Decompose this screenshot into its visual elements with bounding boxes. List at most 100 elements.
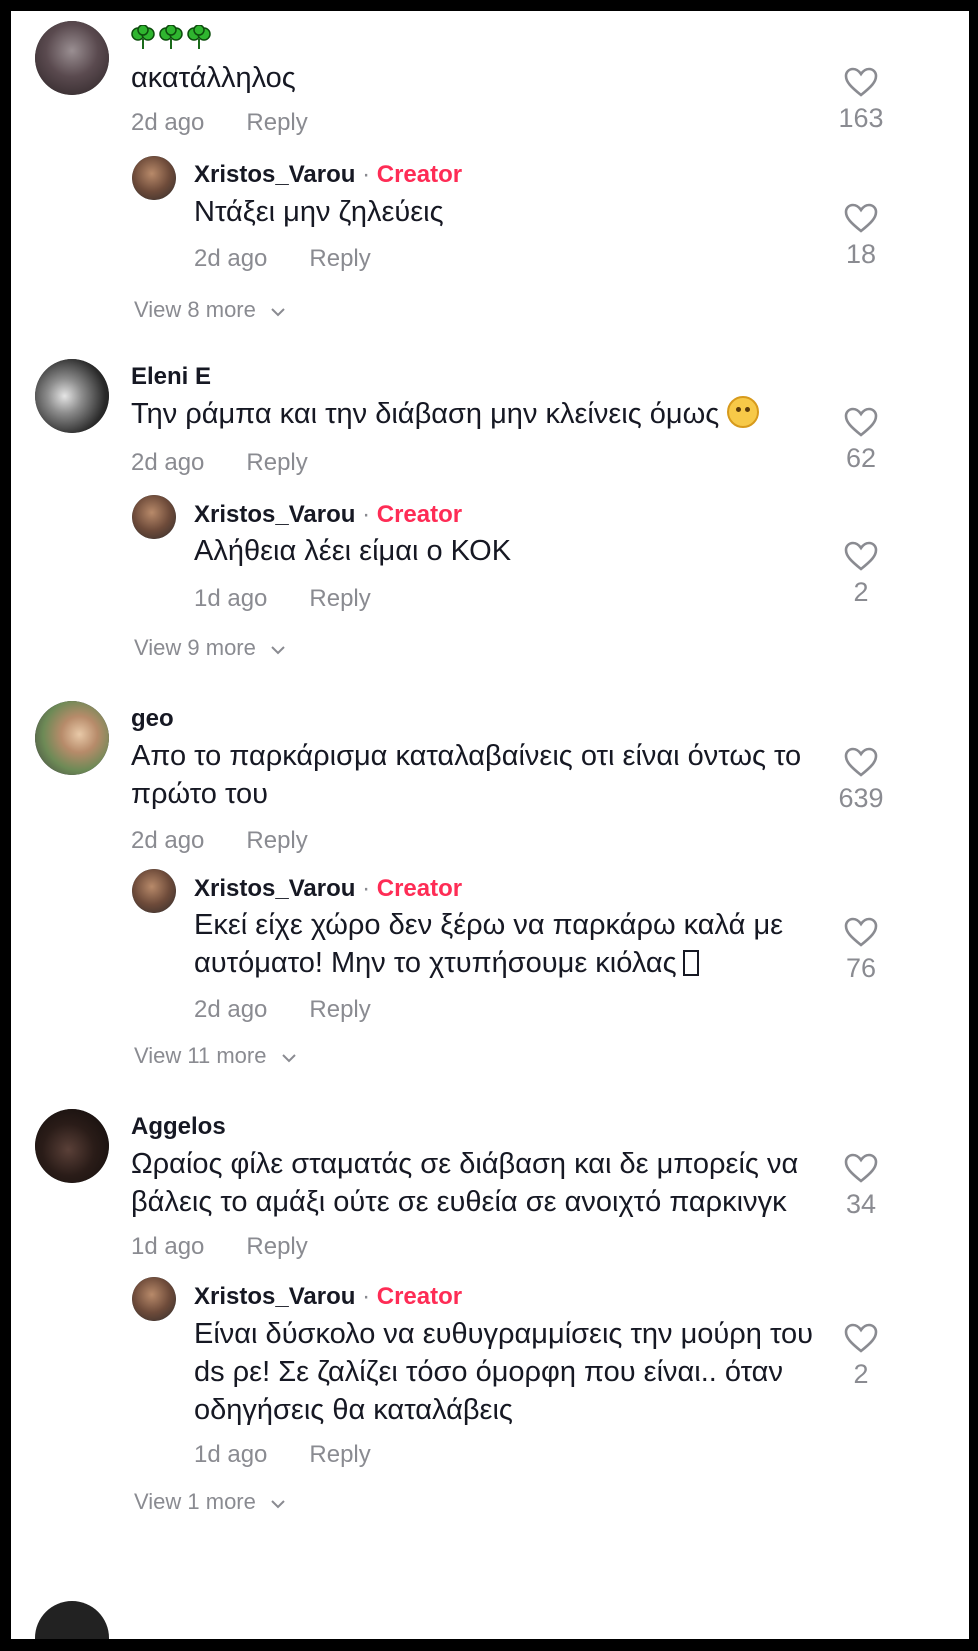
- clover-icon: [187, 25, 211, 49]
- comments-panel: ακατάλληλος 2d ago Reply 163 Xristos_Varo…: [11, 11, 969, 1639]
- like-count: 2: [853, 577, 869, 607]
- separator: ·: [355, 161, 377, 188]
- comment-time: 2d ago: [131, 449, 205, 476]
- like-count: 2: [853, 1359, 869, 1389]
- like-count: 76: [845, 953, 877, 983]
- comment-time: 2d ago: [131, 827, 205, 854]
- avatar[interactable]: [35, 359, 109, 433]
- creator-badge: Creator: [376, 1283, 463, 1310]
- view-more-label: View 8 more: [134, 297, 256, 322]
- reply-author[interactable]: Xristos_Varou: [194, 161, 355, 188]
- comment-meta: 2d ago Reply: [131, 449, 308, 477]
- comment-time: 1d ago: [131, 1233, 205, 1260]
- reply-time: 1d ago: [194, 585, 268, 612]
- reply-author[interactable]: Xristos_Varou: [194, 501, 355, 528]
- view-more-replies[interactable]: View 8 more: [134, 297, 286, 323]
- like-button[interactable]: 2: [826, 1323, 896, 1390]
- heart-icon: [844, 203, 878, 233]
- creator-avatar[interactable]: [132, 1277, 176, 1321]
- creator-avatar[interactable]: [132, 495, 176, 539]
- reply-time: 1d ago: [194, 1441, 268, 1468]
- view-more-label: View 11 more: [134, 1043, 267, 1068]
- reply-meta: 1d ago Reply: [194, 585, 371, 613]
- separator: ·: [355, 1283, 377, 1310]
- like-button[interactable]: 76: [826, 917, 896, 984]
- reply-text: Είναι δύσκολο να ευθυγραμμίσεις την μούρ…: [194, 1318, 813, 1426]
- view-more-replies[interactable]: View 1 more: [134, 1489, 286, 1515]
- reply-button[interactable]: Reply: [246, 109, 307, 136]
- chevron-down-icon: [271, 646, 285, 655]
- clover-icon: [131, 25, 155, 49]
- heart-icon: [844, 1323, 878, 1353]
- chevron-down-icon: [281, 1054, 296, 1063]
- missing-glyph-icon: [682, 950, 699, 976]
- chevron-down-icon: [271, 308, 285, 317]
- next-comment-avatar[interactable]: [35, 1601, 109, 1639]
- view-more-replies[interactable]: View 9 more: [134, 635, 286, 661]
- reply-button[interactable]: Reply: [309, 1441, 370, 1468]
- comment-username[interactable]: Aggelos: [131, 1113, 226, 1141]
- separator: ·: [355, 501, 377, 528]
- like-count: 34: [845, 1189, 877, 1219]
- like-count: 18: [845, 239, 877, 269]
- reply-button[interactable]: Reply: [246, 1233, 307, 1260]
- reply-username[interactable]: Xristos_Varou · Creator: [194, 501, 462, 529]
- avatar[interactable]: [35, 1109, 109, 1183]
- reply-meta: 2d ago Reply: [194, 245, 371, 273]
- like-count: 639: [838, 783, 884, 813]
- avatar[interactable]: [35, 701, 109, 775]
- avatar[interactable]: [35, 21, 109, 95]
- comment-username[interactable]: Eleni E: [131, 363, 211, 391]
- heart-icon: [844, 67, 878, 97]
- like-button[interactable]: 62: [826, 407, 896, 474]
- reply-username[interactable]: Xristos_Varou · Creator: [194, 875, 462, 903]
- reply-button[interactable]: Reply: [309, 245, 370, 272]
- heart-icon: [844, 917, 878, 947]
- heart-icon: [844, 747, 878, 777]
- reply-button[interactable]: Reply: [246, 449, 307, 476]
- comment-meta: 2d ago Reply: [131, 109, 308, 137]
- reply-meta: 1d ago Reply: [194, 1441, 371, 1469]
- view-more-label: View 9 more: [134, 635, 256, 660]
- reply-text: Ντάξει μην ζηλεύεις: [194, 196, 444, 228]
- reply-author[interactable]: Xristos_Varou: [194, 875, 355, 902]
- comment-meta: 2d ago Reply: [131, 827, 308, 855]
- creator-avatar[interactable]: [132, 869, 176, 913]
- creator-badge: Creator: [376, 161, 463, 188]
- comment-text: Την ράμπα και την διάβαση μην κλείνεις ό…: [131, 395, 760, 433]
- view-more-replies[interactable]: View 11 more: [134, 1043, 297, 1069]
- reply-author[interactable]: Xristos_Varou: [194, 1283, 355, 1310]
- like-button[interactable]: 163: [826, 67, 896, 134]
- clover-icon: [159, 25, 183, 49]
- heart-icon: [844, 541, 878, 571]
- comment-meta: 1d ago Reply: [131, 1233, 308, 1261]
- username-clovers[interactable]: [131, 25, 211, 51]
- reply-button[interactable]: Reply: [309, 996, 370, 1023]
- reply-time: 2d ago: [194, 245, 268, 272]
- comment-text: Απο το παρκάρισμα καταλαβαίνεις οτι είνα…: [131, 740, 802, 810]
- reply-meta: 2d ago Reply: [194, 996, 371, 1024]
- reply-text: Εκεί είχε χώρο δεν ξέρω να παρκάρω καλά …: [194, 906, 814, 982]
- like-count: 163: [838, 103, 884, 133]
- comment-text-content: Την ράμπα και την διάβαση μην κλείνεις ό…: [131, 398, 720, 430]
- comment-username[interactable]: geo: [131, 705, 174, 733]
- like-button[interactable]: 639: [826, 747, 896, 814]
- like-button[interactable]: 2: [826, 541, 896, 608]
- reply-username[interactable]: Xristos_Varou · Creator: [194, 161, 462, 189]
- creator-avatar[interactable]: [132, 156, 176, 200]
- like-button[interactable]: 34: [826, 1153, 896, 1220]
- creator-badge: Creator: [376, 875, 463, 902]
- like-button[interactable]: 18: [826, 203, 896, 270]
- reply-button[interactable]: Reply: [246, 827, 307, 854]
- separator: ·: [355, 875, 377, 902]
- emoji-icon: [727, 396, 760, 428]
- reply-username[interactable]: Xristos_Varou · Creator: [194, 1283, 462, 1311]
- like-count: 62: [845, 443, 877, 473]
- reply-text: Αλήθεια λέει είμαι ο ΚΟΚ: [194, 535, 512, 567]
- comment-text: Ωραίος φίλε σταματάς σε διάβαση και δε μ…: [131, 1148, 799, 1218]
- creator-badge: Creator: [376, 501, 463, 528]
- reply-time: 2d ago: [194, 996, 268, 1023]
- reply-button[interactable]: Reply: [309, 585, 370, 612]
- chevron-down-icon: [271, 1500, 285, 1509]
- heart-icon: [844, 407, 878, 437]
